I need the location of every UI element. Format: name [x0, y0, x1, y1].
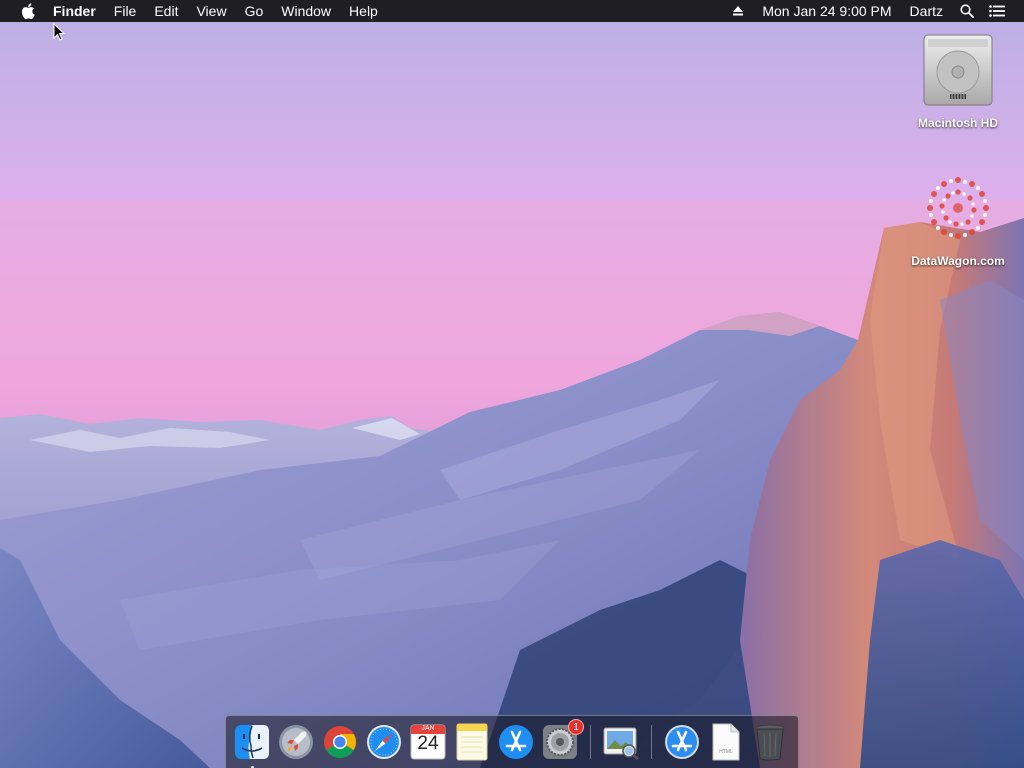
menu-bar-left: Finder File Edit View Go Window Help	[0, 0, 387, 22]
launchpad-icon	[279, 725, 313, 759]
menu-file[interactable]: File	[105, 0, 146, 22]
app-store-icon	[499, 725, 533, 759]
dock-separator	[651, 725, 652, 759]
desktop-item-label: DataWagon.com	[911, 254, 1005, 268]
finder-icon	[235, 725, 269, 759]
dock-item-notes[interactable]	[452, 721, 492, 763]
desktop-item-datawagon[interactable]: DataWagon.com	[906, 168, 1010, 268]
menu-clock[interactable]: Mon Jan 24 9:00 PM	[753, 0, 900, 22]
apple-icon[interactable]	[18, 0, 38, 22]
dock-item-finder[interactable]	[232, 721, 272, 768]
dock-item-system-preferences[interactable]: 1	[540, 719, 584, 763]
dock-item-calendar[interactable]: JAN 24	[408, 721, 448, 763]
menu-help[interactable]: Help	[340, 0, 387, 22]
chrome-icon	[324, 726, 356, 758]
dock-item-preview[interactable]	[601, 721, 641, 763]
trash-icon	[755, 724, 785, 761]
menu-bar: Finder File Edit View Go Window Help Mon…	[0, 0, 1024, 22]
notes-icon	[456, 723, 488, 761]
menu-bar-status-area: Mon Jan 24 9:00 PM Dartz	[723, 0, 1024, 22]
dock-separator	[590, 725, 591, 759]
notification-badge: 1	[568, 719, 584, 735]
menu-app-name[interactable]: Finder	[44, 0, 105, 22]
spotlight-search-icon[interactable]	[952, 0, 982, 22]
preview-icon	[603, 727, 639, 760]
network-volume-icon	[927, 177, 989, 239]
notification-center-icon[interactable]	[982, 0, 1012, 22]
eject-icon[interactable]	[723, 0, 753, 22]
menu-go[interactable]: Go	[236, 0, 273, 22]
menu-edit[interactable]: Edit	[145, 0, 187, 22]
dock-item-safari[interactable]	[364, 721, 404, 763]
menu-window[interactable]: Window	[272, 0, 340, 22]
dock-item-applications[interactable]	[662, 721, 702, 763]
hard-drive-icon	[923, 34, 993, 106]
document-type-label: HTML	[719, 749, 733, 755]
desktop-item-macintosh-hd[interactable]: Macintosh HD	[906, 32, 1010, 130]
dock-item-chrome[interactable]	[320, 721, 360, 763]
calendar-day: 24	[417, 733, 439, 754]
menu-view[interactable]: View	[187, 0, 235, 22]
desktop-item-label: Macintosh HD	[917, 116, 998, 130]
calendar-month: JAN	[421, 725, 435, 732]
dock-item-trash[interactable]	[750, 721, 790, 763]
mouse-cursor-icon	[53, 23, 65, 41]
safari-icon	[367, 725, 401, 759]
dock-item-app-store[interactable]	[496, 721, 536, 763]
desktop-wallpaper	[0, 0, 1024, 768]
menu-user-name[interactable]: Dartz	[901, 0, 952, 22]
dock: JAN 24 1 HTML	[225, 715, 799, 768]
html-document-icon	[712, 723, 740, 761]
applications-folder-icon	[665, 725, 699, 759]
dock-item-document[interactable]: HTML	[706, 721, 746, 763]
dock-item-launchpad[interactable]	[276, 721, 316, 763]
